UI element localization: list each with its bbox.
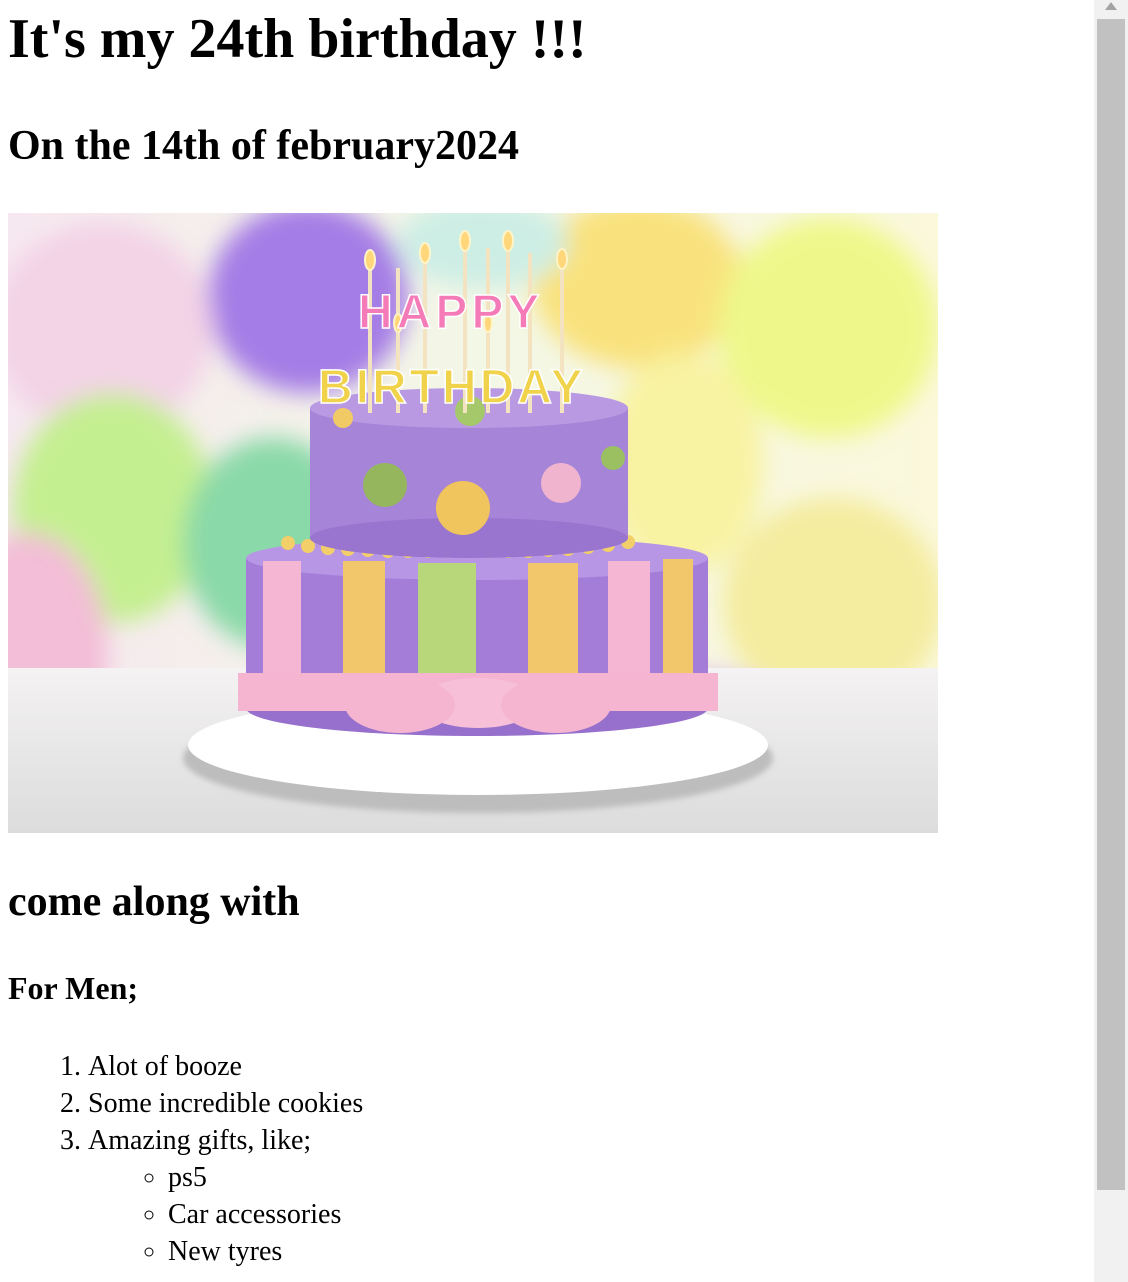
list-item-label: Amazing gifts, like;	[88, 1125, 312, 1156]
gifts-list: ps5 Car accessories New tyres	[88, 1159, 363, 1270]
list-item: Alot of booze	[88, 1048, 363, 1085]
event-date: On the 14th of february2024	[8, 123, 519, 169]
list-item: Some incredible cookies	[88, 1085, 363, 1122]
gift-item: New tyres	[168, 1233, 363, 1270]
come-along-heading: come along with	[8, 879, 300, 925]
triangle-up-icon	[1105, 2, 1117, 10]
page-heading: It's my 24th birthday !!!	[8, 8, 587, 70]
candle-happy-text: HAPPY	[358, 286, 543, 339]
gift-item: Car accessories	[168, 1196, 363, 1233]
candle-birthday-text: BIRTHDAY	[318, 361, 586, 414]
scrollbar-thumb[interactable]	[1097, 19, 1125, 1190]
gift-item: ps5	[168, 1159, 363, 1196]
birthday-cake-image: HAPPY BIRTHDAY	[8, 213, 938, 833]
for-men-heading: For Men;	[8, 970, 139, 1006]
items-list: Alot of booze Some incredible cookies Am…	[8, 1048, 363, 1270]
vertical-scrollbar[interactable]	[1094, 0, 1128, 1282]
scroll-up-button[interactable]	[1094, 0, 1128, 17]
list-item-gifts: Amazing gifts, like; ps5 Car accessories…	[88, 1122, 363, 1270]
